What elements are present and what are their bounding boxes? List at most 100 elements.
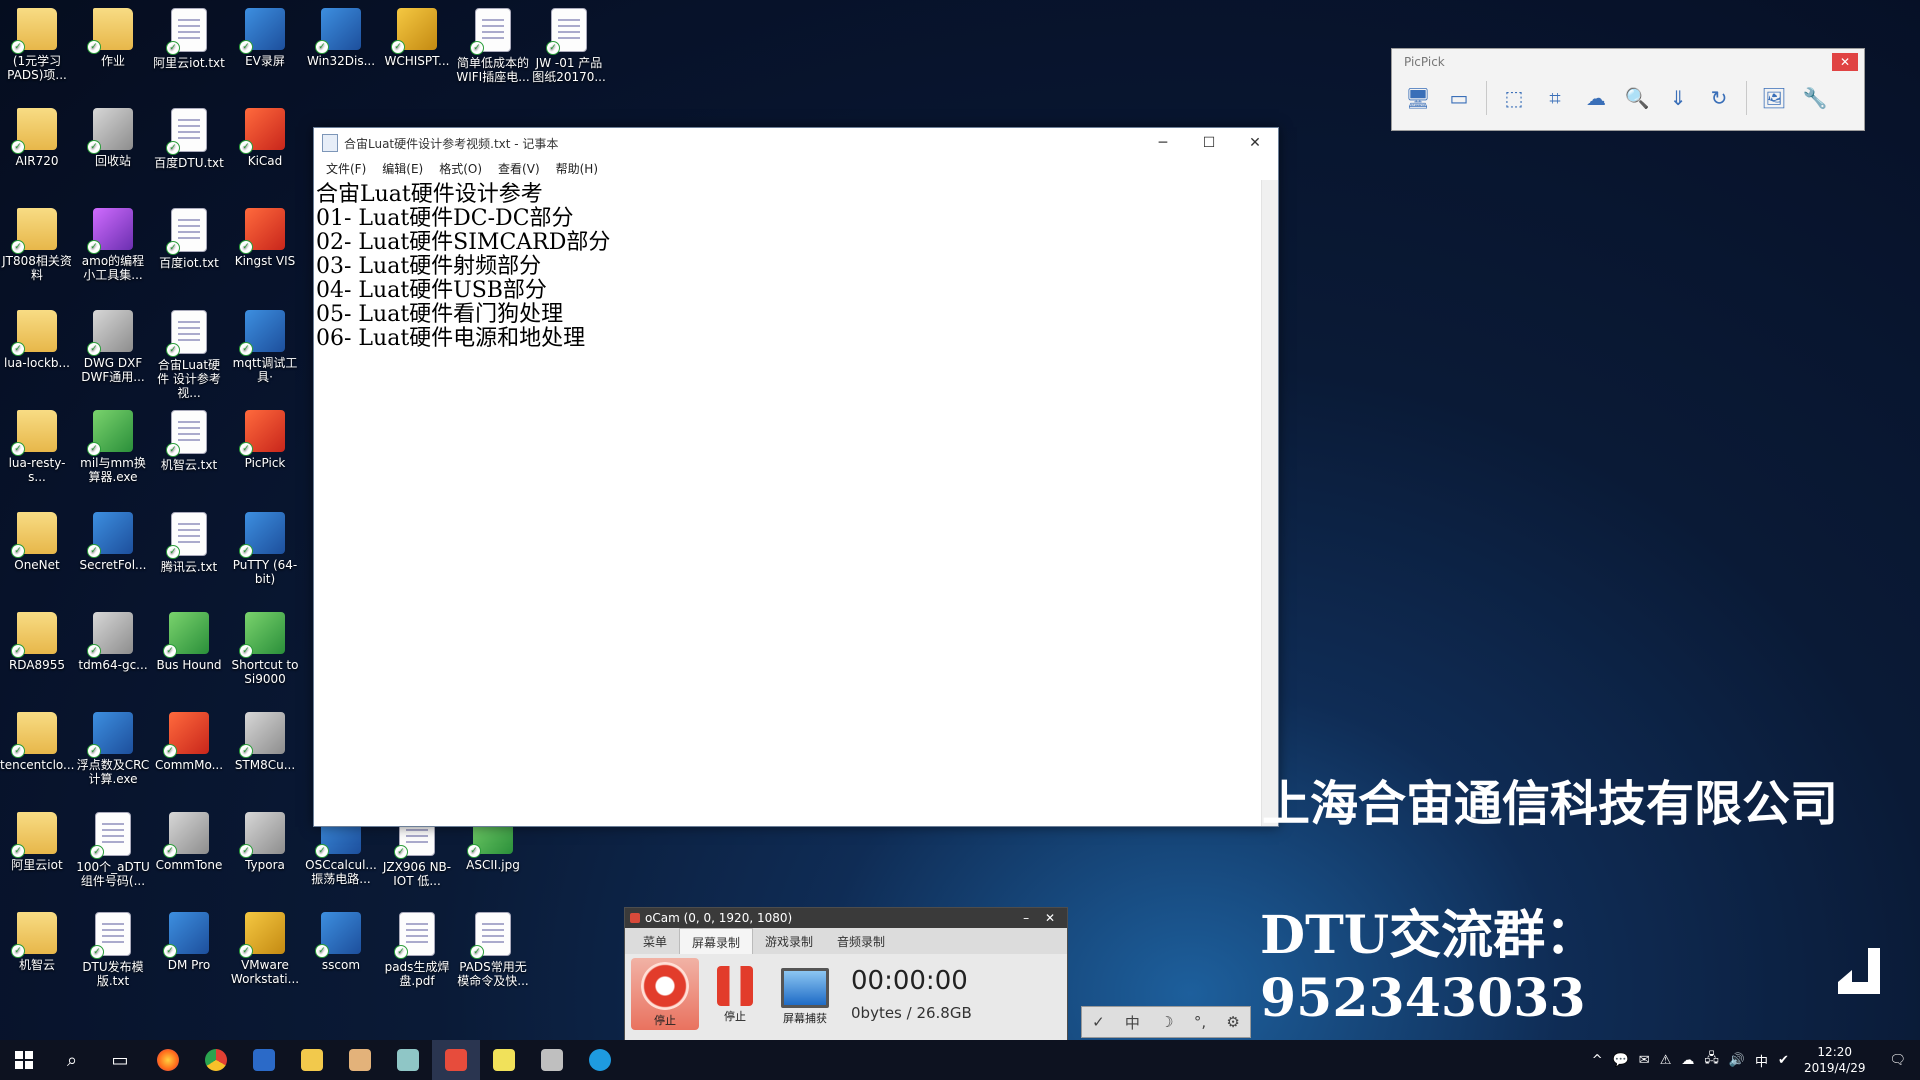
desktop-icon[interactable]: ✓ sscom [304,912,378,972]
cloud-icon[interactable]: ☁ [1676,1053,1699,1068]
tab-game-record[interactable]: 游戏录制 [753,928,825,954]
desktop-icon[interactable]: ✓ 阿里云iot.txt [152,8,226,70]
menu-view[interactable]: 查看(V) [490,158,548,178]
taskbar-firefox[interactable] [144,1040,192,1080]
taskbar-notepad[interactable] [432,1040,480,1080]
desktop-icon[interactable]: ✓ JT808相关资料 [0,208,74,282]
taskbar-explorer[interactable] [288,1040,336,1080]
desktop-icon[interactable]: ✓ JW -01 产品 图纸20170... [532,8,606,84]
tab-screen-record[interactable]: 屏幕录制 [679,928,754,954]
desktop-icon[interactable]: ✓ mqtt调试工 具· [228,310,302,384]
desktop-icon[interactable]: ✓ 阿里云iot [0,812,74,872]
stop-record-button[interactable]: 停止 [631,958,699,1030]
network-icon[interactable]: 🖧 [1699,1049,1724,1071]
taskbar-calculator[interactable] [528,1040,576,1080]
desktop-icon[interactable]: ✓ RDA8955 [0,612,74,672]
notepad-window[interactable]: 合宙Luat硬件设计参考视频.txt - 记事本 ─ ☐ ✕ 文件(F) 编辑(… [313,127,1279,827]
taskbar-kicad[interactable] [336,1040,384,1080]
taskbar-app-3[interactable] [240,1040,288,1080]
ime-settings-icon[interactable]: ⚙ [1226,1013,1239,1031]
ime-check-icon[interactable]: ✓ [1092,1013,1105,1031]
picpick-titlebar[interactable]: PicPick ✕ [1392,49,1864,75]
ocam-window[interactable]: oCam (0, 0, 1920, 1080) – ✕ 菜单 屏幕录制 游戏录制… [624,907,1068,1043]
ocam-close-button[interactable]: ✕ [1039,911,1061,925]
scroll-capture-icon[interactable]: ⇓ [1660,81,1696,115]
ime-mode-chinese[interactable]: 中 [1125,1012,1140,1033]
menu-file[interactable]: 文件(F) [318,158,374,178]
desktop-icon[interactable]: ✓ OneNet [0,512,74,572]
desktop-icon[interactable]: ✓ VMware Workstati... [228,912,302,986]
desktop-icon[interactable]: ✓ DM Pro [152,912,226,972]
desktop-icon[interactable]: ✓ tdm64-gc... [76,612,150,672]
taskbar-chrome[interactable] [192,1040,240,1080]
taskbar-app-6[interactable] [384,1040,432,1080]
desktop-icon[interactable]: ✓ PADS常用无 模命令及快... [456,912,530,988]
desktop-icon[interactable]: ✓ Kingst VIS [228,208,302,268]
desktop-icon[interactable]: ✓ 机智云 [0,912,74,972]
desktop-icon[interactable]: ✓ 浮点数及CRC 计算.exe [76,712,150,786]
notepad-text-area[interactable]: 合宙Luat硬件设计参考 01- Luat硬件DC-DC部分 02- Luat硬… [314,180,1262,826]
ime-punctuation-icon[interactable]: °, [1194,1013,1206,1031]
picpick-window[interactable]: PicPick ✕ 🖥 ▭ ⬚ ⌗ ☁ 🔍 ⇓ ↻ 🖼 🔧 [1391,48,1865,131]
input-language-indicator[interactable]: 中 [1750,1051,1773,1070]
image-editor-icon[interactable]: 🖼 [1756,81,1792,115]
task-view-icon[interactable]: ▭ [96,1040,144,1080]
desktop-icon[interactable]: ✓ Shortcut to Si9000 [228,612,302,686]
tab-audio-record[interactable]: 音频录制 [825,928,897,954]
desktop-icon[interactable]: ✓ SecretFol... [76,512,150,572]
desktop-icon[interactable]: ✓ PicPick [228,410,302,470]
ime-halfwidth-icon[interactable]: ☽ [1160,1013,1173,1031]
desktop-icon[interactable]: ✓ Win32Dis... [304,8,378,68]
vertical-scrollbar[interactable] [1261,180,1278,826]
screen-capture-button[interactable]: 屏幕捕获 [771,958,839,1030]
maximize-button[interactable]: ☐ [1186,128,1232,158]
desktop-icon[interactable]: ✓ 百度iot.txt [152,208,226,270]
security-check-icon[interactable]: ✔ [1773,1053,1794,1068]
notepad-titlebar[interactable]: 合宙Luat硬件设计参考视频.txt - 记事本 ─ ☐ ✕ [314,128,1278,158]
picpick-close-button[interactable]: ✕ [1832,53,1858,71]
desktop-icon[interactable]: ✓ AIR720 [0,108,74,168]
desktop-icon[interactable]: ✓ 作业 [76,8,150,68]
desktop-icon[interactable]: ✓ 简单低成本的 WIFI插座电... [456,8,530,84]
fullscreen-capture-icon[interactable]: 🖥 [1400,81,1436,115]
desktop-icon[interactable]: ✓ (1元学习 PADS)项... [0,8,74,82]
taskbar-app-10[interactable] [576,1040,624,1080]
start-button[interactable] [0,1040,48,1080]
search-icon[interactable]: ⌕ [48,1040,96,1080]
desktop-icon[interactable]: ✓ KiCad [228,108,302,168]
desktop-icon[interactable]: ✓ 回收站 [76,108,150,168]
wechat-icon[interactable]: 💬 [1608,1053,1634,1068]
desktop-icon[interactable]: ✓ Typora [228,812,302,872]
desktop-icon[interactable]: ✓ CommMo... [152,712,226,772]
desktop-icon[interactable]: ✓ 腾讯云.txt [152,512,226,574]
desktop-icon[interactable]: ✓ Bus Hound [152,612,226,672]
menu-format[interactable]: 格式(O) [431,158,490,178]
warning-icon[interactable]: ⚠ [1655,1053,1677,1068]
desktop-icon[interactable]: ✓ pads生成焊 盘.pdf [380,912,454,988]
desktop-icon[interactable]: ✓ mil与mm换 算器.exe [76,410,150,484]
desktop-icon[interactable]: ✓ 100个_aDTU 组件号码(... [76,812,150,888]
menu-help[interactable]: 帮助(H) [548,158,606,178]
mail-icon[interactable]: ✉ [1634,1053,1655,1068]
close-button[interactable]: ✕ [1232,128,1278,158]
desktop-icon[interactable]: ✓ DWG DXF DWF通用... [76,310,150,384]
notification-center-icon[interactable]: 🗨 [1875,1053,1920,1068]
ocam-titlebar[interactable]: oCam (0, 0, 1920, 1080) – ✕ [625,908,1067,928]
desktop-icon[interactable]: ✓ tencentclo... [0,712,75,772]
desktop-icon[interactable]: ✓ lua-lockb... [0,310,74,370]
taskbar-app-8[interactable] [480,1040,528,1080]
volume-icon[interactable]: 🔊 [1724,1053,1750,1068]
desktop-icon[interactable]: ✓ DTU发布模 版.txt [76,912,150,988]
desktop-icon[interactable]: ✓ STM8Cu... [228,712,302,772]
minimize-button[interactable]: ─ [1140,128,1186,158]
desktop-icon[interactable]: ✓ EV录屏 [228,8,302,68]
tray-overflow-icon[interactable]: ^ [1587,1053,1608,1068]
menu-edit[interactable]: 编辑(E) [374,158,431,178]
tab-menu[interactable]: 菜单 [631,928,679,954]
pause-button[interactable]: 停止 [701,958,769,1030]
desktop-icon[interactable]: ✓ 合宙Luat硬件 设计参考视... [152,310,226,400]
clock[interactable]: 12:20 2019/4/29 [1794,1044,1876,1076]
region-capture-icon[interactable]: ⬚ [1496,81,1532,115]
repeat-capture-icon[interactable]: ↻ [1701,81,1737,115]
desktop-icon[interactable]: ✓ WCHISPT... [380,8,454,68]
